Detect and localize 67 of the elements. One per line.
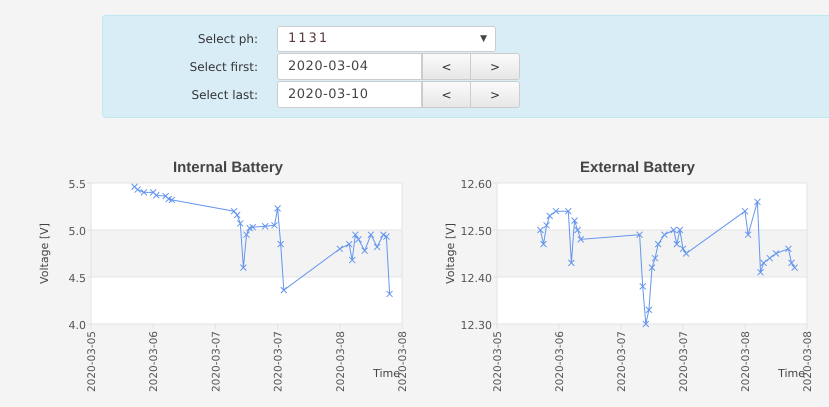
field-label: Select last:: [190, 88, 258, 102]
data-point: [652, 254, 659, 262]
data-point: [277, 240, 284, 248]
data-point: [564, 208, 572, 215]
date-field[interactable]: 2020-03-10: [277, 81, 422, 108]
x-tick-label: 2020-03-07: [210, 331, 222, 392]
data-point: [348, 256, 356, 264]
previous-button[interactable]: <: [422, 53, 471, 80]
y-tick-label: 12.60: [460, 178, 492, 191]
field-label: Select ph:: [196, 32, 258, 46]
x-tick-label: 2020-03-08: [740, 331, 752, 392]
next-button[interactable]: >: [471, 53, 520, 80]
y-tick-label: 12.30: [460, 319, 492, 332]
x-tick-label: 2020-03-08: [397, 331, 409, 392]
data-point: [648, 264, 656, 272]
data-point: [660, 231, 668, 238]
x-tick-label: 2020-03-07: [616, 331, 628, 392]
data-point: [361, 247, 368, 254]
x-tick-label: 2020-03-06: [554, 331, 566, 392]
y-tick-label: 5.5: [68, 178, 86, 191]
date-field[interactable]: 2020-03-04: [277, 53, 422, 80]
data-point: [274, 204, 282, 212]
data-point: [571, 217, 578, 224]
ph-select[interactable]: 1131 ▼: [277, 26, 496, 52]
y-tick-label: 4.5: [68, 272, 86, 285]
chart-title: Internal Battery: [172, 159, 284, 176]
data-point: [636, 231, 644, 238]
data-point: [374, 243, 381, 250]
data-point: [754, 198, 761, 206]
data-point: [386, 290, 394, 298]
x-tick-label: 2020-03-08: [802, 331, 814, 392]
y-tick-label: 12.50: [460, 225, 492, 238]
data-point: [262, 222, 269, 230]
chart-title: External Battery: [580, 159, 696, 176]
next-button[interactable]: >: [471, 81, 520, 108]
data-point: [568, 259, 575, 266]
field-label: Select first:: [188, 60, 258, 74]
data-point: [336, 245, 344, 252]
data-point: [280, 286, 288, 294]
y-axis-label: Voltage [V]: [38, 223, 51, 284]
data-point: [757, 268, 764, 276]
data-point: [240, 264, 247, 272]
y-axis-label: Voltage [V]: [444, 223, 457, 284]
y-tick-label: 5.0: [68, 225, 86, 238]
data-point: [642, 320, 650, 328]
data-point: [577, 236, 584, 243]
data-point: [645, 306, 652, 314]
x-tick-label: 2020-03-08: [334, 331, 347, 392]
x-tick-label: 2020-03-05: [492, 331, 504, 392]
y-tick-label: 12.40: [460, 272, 492, 285]
data-point: [271, 222, 278, 229]
previous-button[interactable]: <: [422, 81, 471, 108]
data-point: [574, 226, 582, 234]
caret-icon: ▼: [480, 34, 487, 44]
data-point: [742, 208, 748, 215]
data-point: [540, 240, 547, 248]
data-point: [654, 240, 662, 248]
x-tick-label: 2020-03-06: [148, 331, 160, 392]
data-point: [639, 282, 646, 290]
y-tick-label: 4.0: [68, 319, 86, 332]
data-point: [367, 231, 374, 238]
x-tick-label: 2020-03-07: [272, 331, 285, 392]
data-point: [784, 245, 792, 252]
x-tick-label: 2020-03-05: [86, 331, 98, 392]
data-point: [744, 231, 752, 238]
x-tick-label: 2020-03-07: [678, 331, 690, 392]
data-point: [346, 240, 353, 248]
